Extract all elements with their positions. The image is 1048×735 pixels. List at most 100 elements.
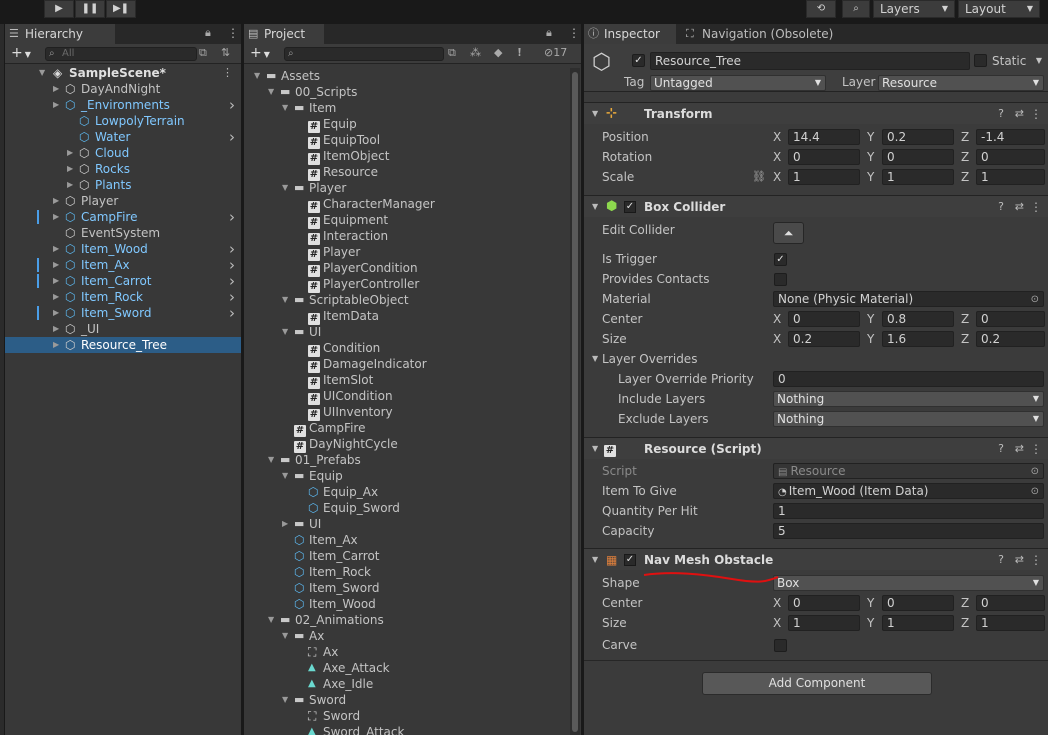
project-item[interactable]: ▲ Sword_Attack [244, 724, 570, 735]
rotation-x-field[interactable]: 0 [788, 149, 860, 165]
axis-label-x[interactable]: X [773, 613, 781, 633]
hierarchy-item[interactable]: ▶ ⬡ Item_Ax › [5, 257, 241, 273]
kebab-menu-icon[interactable]: ⋮ [227, 26, 239, 40]
play-button[interactable]: ▶ [44, 0, 74, 18]
collider-center-x-field[interactable]: 0 [788, 311, 860, 327]
kebab-menu-icon[interactable]: ⋮ [1030, 438, 1042, 460]
hierarchy-item[interactable]: ▶ ⬡ Plants [5, 177, 241, 193]
history-icon[interactable]: ⟲ [806, 0, 836, 18]
hidden-packages-icon[interactable]: ⊘17 [544, 46, 567, 59]
help-icon[interactable]: ? [998, 196, 1004, 218]
collapse-arrow-icon[interactable]: ▼ [592, 103, 598, 125]
project-item[interactable]: ▼ ▬ ScriptableObject [244, 292, 570, 308]
expand-arrow-icon[interactable]: ▶ [53, 241, 59, 257]
expand-arrow-icon[interactable]: ▼ [282, 324, 288, 340]
hierarchy-item[interactable]: ▶ ⬡ Item_Wood › [5, 241, 241, 257]
project-item[interactable]: ▼ ▬ 00_Scripts [244, 84, 570, 100]
exclude-layers-dropdown[interactable]: Nothing ▼ [773, 411, 1044, 427]
axis-label-z[interactable]: Z [961, 167, 969, 187]
expand-arrow-icon[interactable]: ▶ [282, 516, 288, 532]
transform-header[interactable]: ▼ ⊹ Transform ? ⇄ ⋮ [584, 102, 1048, 124]
active-checkbox[interactable]: ✓ [632, 54, 645, 67]
expand-arrow-icon[interactable]: ▼ [282, 180, 288, 196]
layout-dropdown[interactable]: Layout ▼ [958, 0, 1040, 18]
open-prefab-chevron-icon[interactable]: › [229, 129, 235, 145]
material-field[interactable]: None (Physic Material) ⊙ [773, 291, 1044, 307]
rotation-y-field[interactable]: 0 [882, 149, 954, 165]
expand-arrow-icon[interactable]: ▼ [268, 452, 274, 468]
obstacle-size-y-field[interactable]: 1 [882, 615, 954, 631]
kebab-menu-icon[interactable]: ⋮ [568, 26, 580, 40]
layers-dropdown[interactable]: Layers ▼ [873, 0, 955, 18]
help-icon[interactable]: ? [998, 549, 1004, 571]
expand-arrow-icon[interactable]: ▶ [53, 321, 59, 337]
tab-hierarchy[interactable]: ☰ Hierarchy [5, 24, 115, 44]
hierarchy-item[interactable]: ▶ ⬡ Cloud [5, 145, 241, 161]
project-item[interactable]: ▼ ▬ Assets [244, 68, 570, 84]
project-item[interactable]: # Interaction [244, 228, 570, 245]
is-trigger-checkbox[interactable]: ✓ [774, 253, 787, 266]
axis-label-z[interactable]: Z [961, 127, 969, 147]
resource-script-header[interactable]: ▼ # Resource (Script) ? ⇄ ⋮ [584, 437, 1048, 459]
quantity-field[interactable]: 1 [773, 503, 1044, 519]
component-enabled-checkbox[interactable]: ✓ [624, 554, 636, 566]
static-checkbox[interactable] [974, 54, 987, 67]
project-item[interactable]: # Condition [244, 340, 570, 357]
project-item[interactable]: ▼ ▬ Ax [244, 628, 570, 644]
open-prefab-chevron-icon[interactable]: › [229, 241, 235, 257]
expand-arrow-icon[interactable]: ▼ [282, 100, 288, 116]
rotation-z-field[interactable]: 0 [976, 149, 1045, 165]
tag-dropdown[interactable]: Untagged ▼ [650, 75, 826, 91]
search-by-type-icon[interactable]: ⧉ [448, 46, 456, 60]
include-layers-dropdown[interactable]: Nothing ▼ [773, 391, 1044, 407]
axis-label-y[interactable]: Y [867, 309, 874, 329]
project-item[interactable]: ▼ ▬ Item [244, 100, 570, 116]
hierarchy-item[interactable]: ▶ ⬡ Item_Carrot › [5, 273, 241, 289]
axis-label-x[interactable]: X [773, 127, 781, 147]
kebab-menu-icon[interactable]: ⋮ [222, 65, 233, 81]
open-prefab-chevron-icon[interactable]: › [229, 257, 235, 273]
position-z-field[interactable]: -1.4 [976, 129, 1045, 145]
project-item[interactable]: ▲ Axe_Idle [244, 676, 570, 692]
project-item[interactable]: # UIInventory [244, 404, 570, 421]
step-button[interactable]: ▶❚ [106, 0, 136, 18]
open-prefab-chevron-icon[interactable]: › [229, 97, 235, 113]
hierarchy-item[interactable]: ▶ ⬡ Player [5, 193, 241, 209]
box-collider-header[interactable]: ▼ ⬢ ✓ Box Collider ? ⇄ ⋮ [584, 195, 1048, 217]
layer-overrides-row[interactable]: ▼ Layer Overrides [584, 349, 1048, 369]
project-item[interactable]: ▲ Axe_Attack [244, 660, 570, 676]
collider-center-y-field[interactable]: 0.8 [882, 311, 954, 327]
hierarchy-item[interactable]: ⬡ EventSystem [5, 225, 241, 241]
project-search-input[interactable]: ⌕ [284, 47, 444, 61]
search-icon[interactable]: ⌕ [842, 0, 870, 18]
expand-arrow-icon[interactable]: ▼ [268, 84, 274, 100]
axis-label-z[interactable]: Z [961, 613, 969, 633]
help-icon[interactable]: ? [998, 103, 1004, 125]
axis-label-x[interactable]: X [773, 147, 781, 167]
obstacle-center-x-field[interactable]: 0 [788, 595, 860, 611]
presets-icon[interactable]: ⇄ [1015, 103, 1024, 125]
project-item[interactable]: ▼ ▬ Sword [244, 692, 570, 708]
scale-y-field[interactable]: 1 [882, 169, 954, 185]
project-item[interactable]: ⬡ Item_Ax [244, 532, 570, 548]
collider-size-z-field[interactable]: 0.2 [976, 331, 1045, 347]
expand-arrow-icon[interactable]: ▶ [53, 305, 59, 321]
carve-checkbox[interactable] [774, 639, 787, 652]
expand-arrow-icon[interactable]: ▶ [53, 81, 59, 97]
label-icon[interactable]: ◆ [494, 46, 502, 59]
project-item[interactable]: # EquipTool [244, 132, 570, 149]
kebab-menu-icon[interactable]: ⋮ [1030, 103, 1042, 125]
scale-x-field[interactable]: 1 [788, 169, 860, 185]
expand-arrow-icon[interactable]: ▼ [282, 292, 288, 308]
hierarchy-item[interactable]: ▶ ⬡ _Environments › [5, 97, 241, 113]
axis-label-z[interactable]: Z [961, 593, 969, 613]
scrollbar-thumb[interactable] [572, 72, 578, 732]
sort-icon[interactable]: ⇅ [221, 46, 230, 59]
expand-arrow-icon[interactable]: ▶ [53, 97, 59, 113]
collider-size-x-field[interactable]: 0.2 [788, 331, 860, 347]
expand-arrow-icon[interactable]: ▶ [53, 337, 59, 353]
scale-z-field[interactable]: 1 [976, 169, 1045, 185]
collider-size-y-field[interactable]: 1.6 [882, 331, 954, 347]
capacity-field[interactable]: 5 [773, 523, 1044, 539]
hierarchy-item[interactable]: ▶ ⬡ Item_Rock › [5, 289, 241, 305]
